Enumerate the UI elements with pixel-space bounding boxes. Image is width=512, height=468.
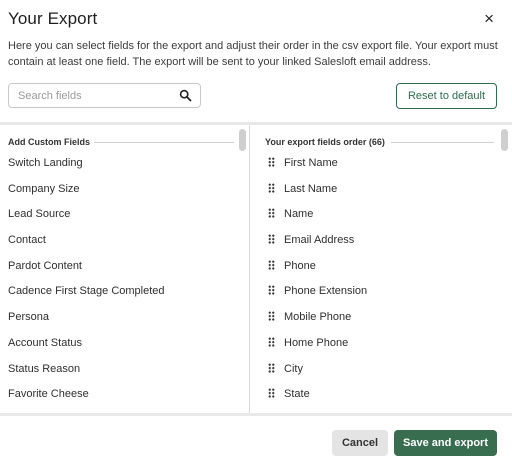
custom-field-item[interactable]: Contact: [0, 232, 249, 258]
scrollbar-thumb[interactable]: [239, 129, 246, 151]
export-field-item[interactable]: Phone Extension: [251, 283, 512, 309]
custom-fields-header: Add Custom Fields: [8, 137, 91, 147]
drag-handle-icon[interactable]: [268, 234, 275, 245]
drag-handle-icon[interactable]: [268, 157, 275, 167]
export-field-label: Phone Extension: [284, 285, 368, 298]
custom-field-item[interactable]: Account Status: [0, 335, 249, 361]
custom-field-item[interactable]: Persona: [0, 309, 249, 335]
custom-field-item[interactable]: Cadence First Stage Completed: [0, 283, 249, 309]
dialog-title: Your Export: [8, 9, 98, 28]
custom-field-item[interactable]: Pardot Content: [0, 258, 249, 284]
drag-handle-icon[interactable]: [268, 182, 275, 193]
export-field-item[interactable]: Phone: [251, 258, 512, 284]
custom-field-item[interactable]: Favorite Cheese: [0, 386, 249, 412]
custom-fields-panel: Add Custom Fields Switch Landing Company …: [0, 125, 250, 413]
export-field-item[interactable]: Name: [251, 206, 512, 232]
drag-handle-icon[interactable]: [268, 388, 275, 399]
export-field-label: Phone: [284, 259, 316, 272]
custom-field-item[interactable]: Lead Source: [0, 206, 249, 232]
cancel-button[interactable]: Cancel: [332, 430, 388, 456]
field-panels: Add Custom Fields Switch Landing Company …: [0, 122, 512, 416]
scrollbar-thumb[interactable]: [501, 129, 508, 151]
export-field-item[interactable]: Home Phone: [251, 335, 512, 361]
search-field[interactable]: [8, 83, 201, 108]
export-field-label: First Name: [284, 157, 338, 169]
export-dialog: Your Export × Here you can select fields…: [0, 0, 512, 468]
search-input[interactable]: [18, 88, 178, 104]
export-field-label: Email Address: [284, 234, 355, 247]
dialog-header: Your Export ×: [8, 9, 500, 31]
export-fields-header: Your export fields order (66): [265, 137, 385, 147]
export-field-item[interactable]: City: [251, 361, 512, 387]
export-field-item[interactable]: State: [251, 386, 512, 412]
custom-field-item[interactable]: Switch Landing: [0, 155, 249, 181]
reset-to-default-button[interactable]: Reset to default: [396, 83, 497, 109]
custom-field-item[interactable]: Company Size: [0, 181, 249, 207]
drag-handle-icon[interactable]: [268, 285, 275, 296]
header-divider: [391, 142, 494, 143]
export-field-item[interactable]: Mobile Phone: [251, 309, 512, 335]
custom-field-item[interactable]: Status Reason: [0, 361, 249, 387]
export-field-label: Last Name: [284, 182, 338, 195]
drag-handle-icon[interactable]: [268, 362, 275, 373]
export-field-item[interactable]: Email Address: [251, 232, 512, 258]
export-fields-panel: Your export fields order (66) First Name…: [251, 125, 512, 413]
drag-handle-icon[interactable]: [268, 259, 275, 270]
drag-handle-icon[interactable]: [268, 336, 275, 347]
left-scrollbar[interactable]: [238, 127, 247, 411]
export-field-label: Name: [284, 208, 314, 221]
save-and-export-button[interactable]: Save and export: [394, 430, 497, 456]
close-icon[interactable]: ×: [484, 10, 494, 28]
export-field-item[interactable]: Last Name: [251, 181, 512, 207]
custom-fields-list: Switch Landing Company Size Lead Source Con…: [0, 155, 249, 412]
dialog-description: Here you can select fields for the expor…: [8, 40, 498, 68]
drag-handle-icon[interactable]: [268, 208, 275, 219]
export-field-item[interactable]: First Name: [251, 155, 512, 181]
export-field-label: City: [284, 362, 303, 375]
dialog-footer: Cancel Save and export: [0, 419, 512, 468]
search-icon[interactable]: [179, 89, 192, 102]
drag-handle-icon[interactable]: [268, 311, 275, 322]
right-scrollbar[interactable]: [500, 127, 509, 411]
header-divider: [94, 142, 234, 143]
export-fields-list: First Name Last Name Name Email Address Phon…: [251, 155, 512, 412]
export-field-label: Mobile Phone: [284, 311, 352, 324]
export-field-label: Home Phone: [284, 336, 349, 349]
export-field-label: State: [284, 388, 310, 401]
